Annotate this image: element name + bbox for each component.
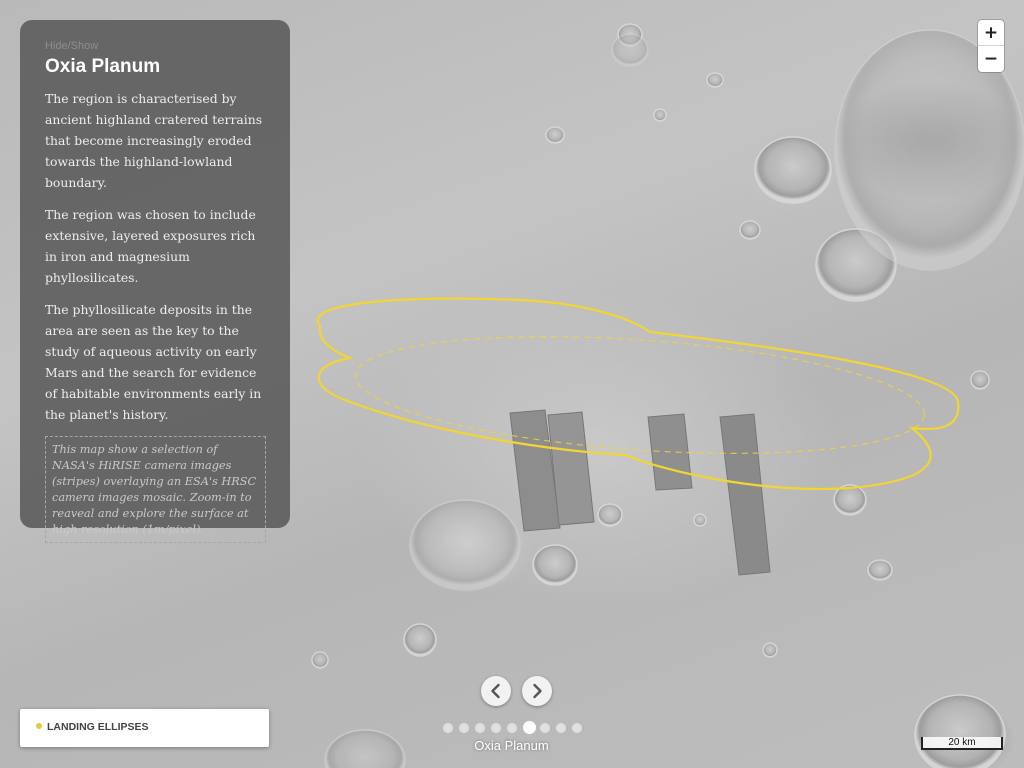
legend-dot-icon (36, 723, 42, 729)
slide-dot[interactable] (491, 723, 501, 733)
scale-bar: 20 km (921, 737, 1003, 750)
description-paragraph: The region is characterised by ancient h… (45, 91, 263, 190)
landing-ellipses[interactable] (316, 297, 960, 491)
craters (311, 23, 1024, 768)
hirise-stripe (719, 413, 771, 576)
slide-dot[interactable] (443, 723, 453, 733)
slide-dot[interactable] (507, 723, 517, 733)
next-slide-button[interactable] (522, 676, 552, 706)
slide-dot[interactable] (459, 723, 469, 733)
slide-dot[interactable] (556, 723, 566, 733)
legend-landing-ellipses[interactable]: LANDING ELLIPSES (20, 709, 269, 747)
slide-dot[interactable] (540, 723, 550, 733)
zoom-out-button[interactable]: − (978, 46, 1004, 72)
slide-dots (443, 721, 583, 735)
slide-name: Oxia Planum (474, 738, 549, 753)
description-paragraph: The phyllosilicate deposits in the area … (45, 302, 262, 422)
panel-title: Oxia Planum (45, 56, 161, 77)
zoom-control: + − (978, 20, 1004, 72)
chevron-left-icon (491, 683, 500, 699)
info-panel: Hide/Show Oxia Planum The region is char… (20, 20, 290, 543)
landing-ellipse-2 (355, 336, 925, 454)
slide-dot-active[interactable] (523, 721, 536, 734)
description-paragraph: The region was chosen to include extensi… (45, 207, 256, 285)
hide-show-toggle[interactable]: Hide/Show (45, 40, 98, 52)
legend-label: LANDING ELLIPSES (47, 721, 149, 733)
chevron-right-icon (533, 683, 542, 699)
map-note: This map show a selection of NASA's HiRI… (45, 436, 266, 543)
slide-dot[interactable] (475, 723, 485, 733)
zoom-in-button[interactable]: + (978, 20, 1004, 46)
landing-ellipse-1 (316, 297, 960, 491)
slide-dot[interactable] (572, 723, 582, 733)
previous-slide-button[interactable] (481, 676, 511, 706)
